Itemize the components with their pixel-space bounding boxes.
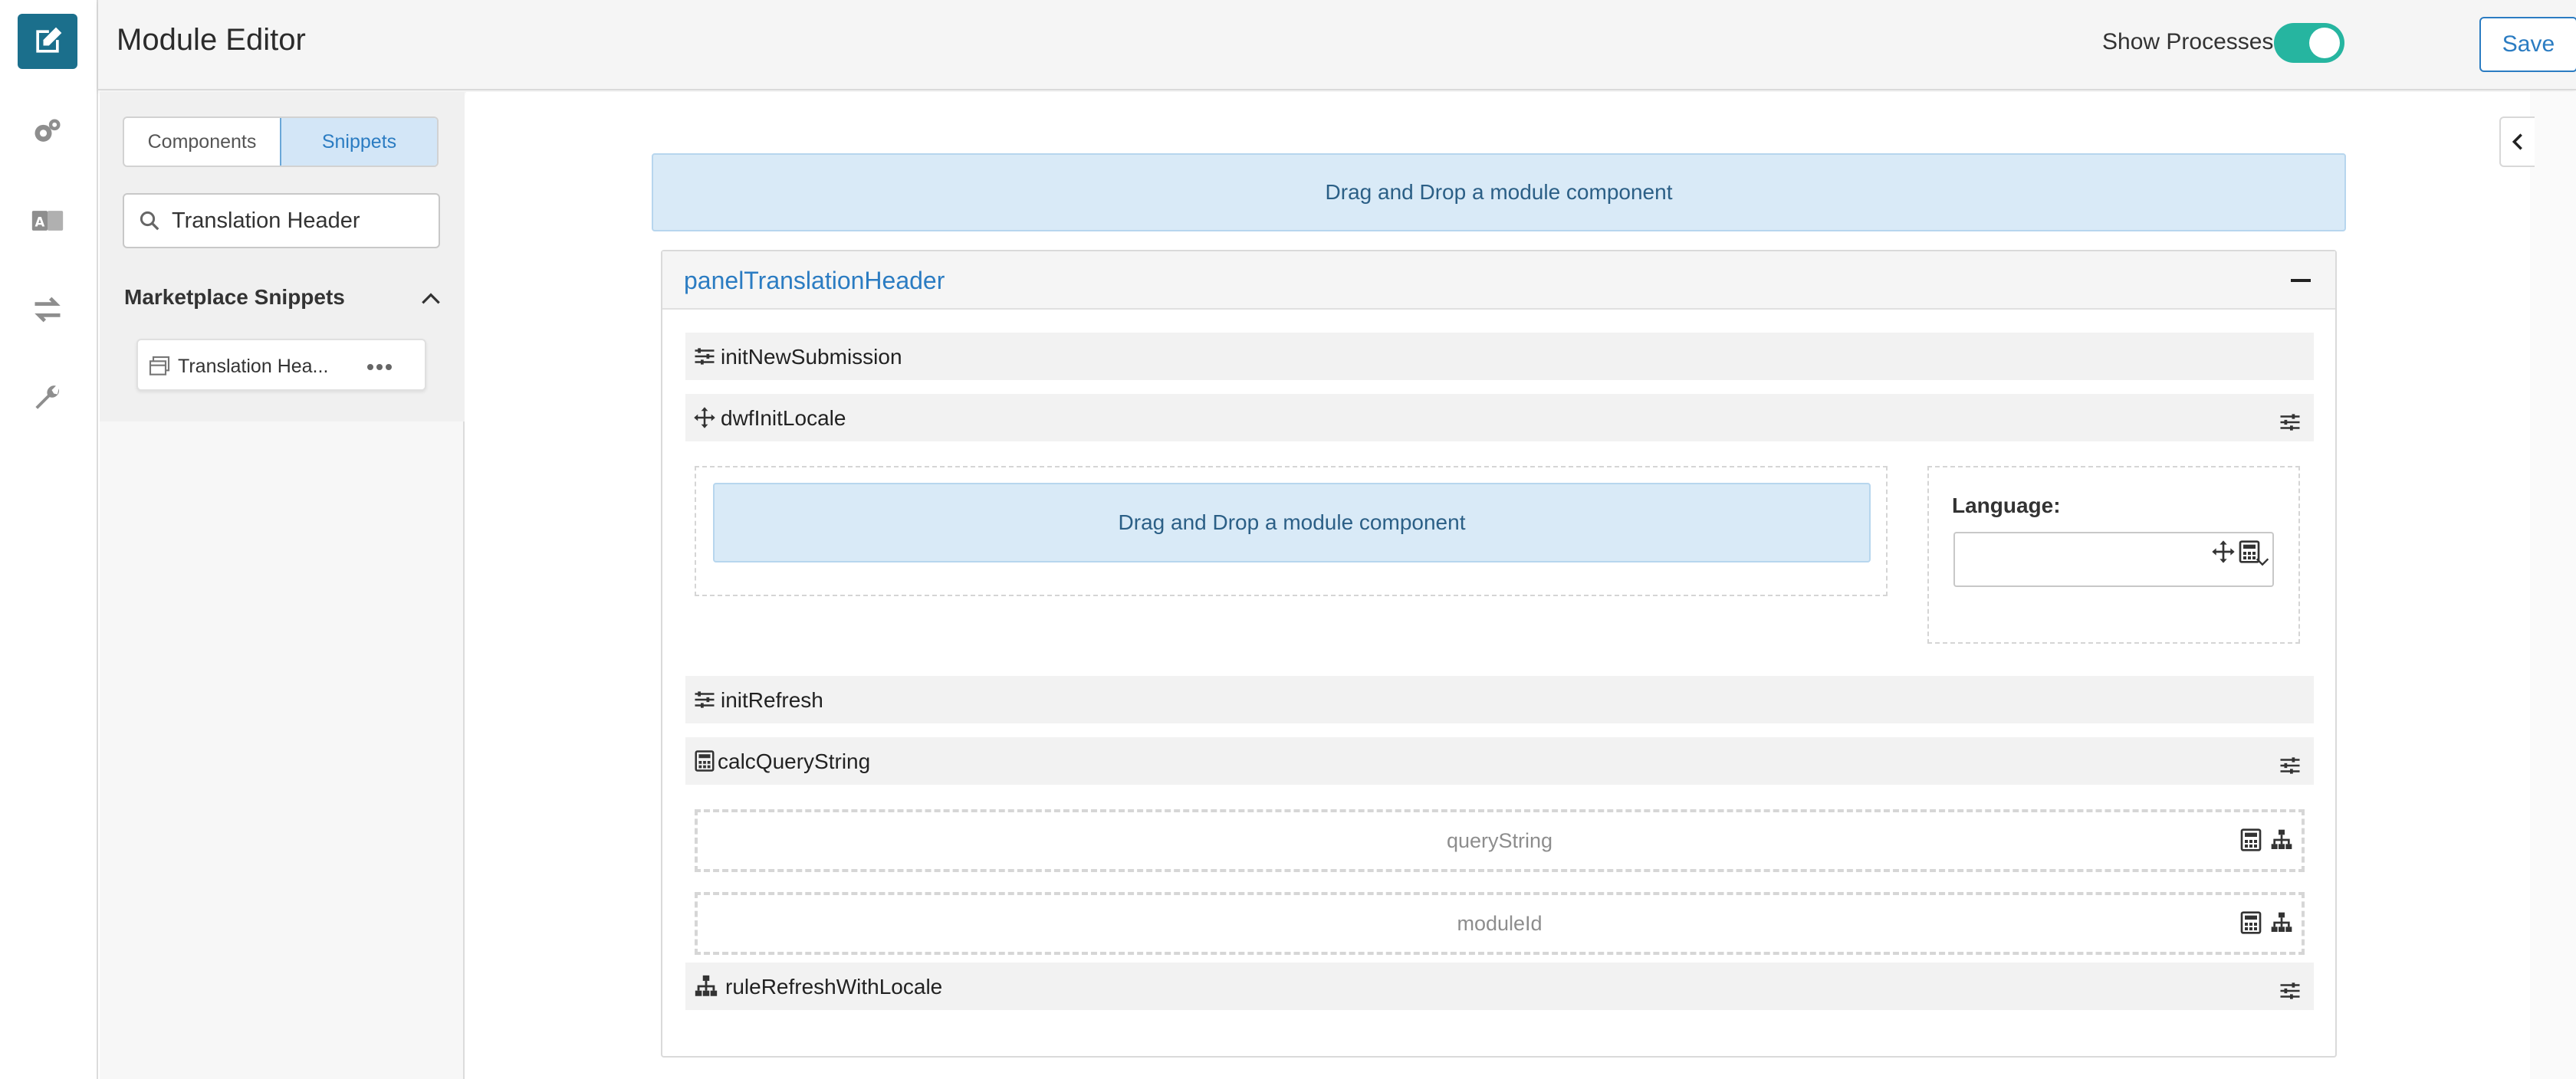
row-label: initRefresh — [721, 688, 823, 712]
row-rule-refresh-with-locale[interactable]: ruleRefreshWithLocale — [685, 963, 2314, 1010]
tab-components[interactable]: Components — [124, 118, 280, 166]
dwf-left-column: Drag and Drop a module component — [695, 466, 1888, 596]
panel-translation-header: panelTranslationHeader initNewSubmission… — [661, 250, 2337, 1058]
page-title: Module Editor — [117, 23, 306, 57]
snippet-card[interactable]: Translation Hea... — [136, 339, 426, 391]
tab-switcher: Components Snippets — [123, 116, 439, 167]
row-label: ruleRefreshWithLocale — [725, 975, 943, 999]
toggle-knob — [2309, 28, 2340, 58]
search-input[interactable]: Translation Header — [123, 193, 440, 248]
section-title: Marketplace Snippets — [124, 285, 345, 309]
calculator-icon — [2240, 911, 2262, 934]
ellipsis-icon[interactable] — [360, 354, 399, 379]
search-icon — [140, 211, 159, 231]
row-calc-query-string[interactable]: calcQueryString — [685, 737, 2314, 785]
field-module-id[interactable]: moduleId — [695, 892, 2305, 955]
wrench-icon[interactable] — [18, 371, 77, 426]
minimize-icon[interactable] — [2291, 279, 2311, 282]
show-processes-label: Show Processes — [2102, 29, 2274, 54]
sliders-icon[interactable] — [2279, 411, 2302, 434]
collapse-panel-button[interactable] — [2499, 116, 2535, 167]
module-canvas: Drag and Drop a module component panelTr… — [466, 92, 2530, 1079]
chevron-down-icon — [2256, 558, 2269, 566]
sliders-icon[interactable] — [2279, 979, 2302, 1002]
icon-rail: A — [0, 0, 98, 1079]
row-dwf-init-locale[interactable]: dwfInitLocale — [685, 394, 2314, 441]
show-processes-toggle[interactable] — [2274, 23, 2344, 63]
inner-dropzone[interactable]: Drag and Drop a module component — [713, 483, 1871, 562]
hierarchy-icon — [2271, 912, 2292, 932]
field-label: queryString — [1446, 828, 1553, 852]
field-icons — [2239, 828, 2294, 852]
panel-title[interactable]: panelTranslationHeader — [684, 267, 945, 295]
sliders-icon — [695, 691, 715, 708]
side-panel-top: Components Snippets Translation Header M… — [100, 92, 465, 421]
edit-icon[interactable] — [18, 14, 77, 69]
save-button[interactable]: Save — [2479, 17, 2576, 72]
snippet-label: Translation Hea... — [178, 356, 329, 377]
translate-icon[interactable]: A — [18, 193, 77, 248]
field-icons — [2239, 910, 2294, 935]
row-init-new-submission[interactable]: initNewSubmission — [685, 333, 2314, 380]
sliders-icon[interactable] — [2279, 754, 2302, 777]
language-select[interactable] — [1953, 532, 2274, 587]
chevron-left-icon — [2512, 133, 2522, 150]
tab-snippets[interactable]: Snippets — [280, 118, 437, 166]
hierarchy-icon — [2271, 829, 2292, 849]
calculator-icon — [2240, 828, 2262, 851]
panel-header[interactable]: panelTranslationHeader — [662, 251, 2335, 310]
hierarchy-icon — [695, 975, 718, 996]
window-icon — [149, 356, 170, 376]
top-dropzone[interactable]: Drag and Drop a module component — [652, 153, 2346, 231]
right-panel-strip — [2530, 92, 2576, 1079]
field-query-string[interactable]: queryString — [695, 809, 2305, 872]
svg-text:A: A — [35, 215, 45, 229]
swap-arrows-icon[interactable] — [18, 282, 77, 337]
sliders-icon — [695, 348, 715, 365]
row-label: initNewSubmission — [721, 345, 902, 369]
top-header: Module Editor Show Processes Save — [98, 0, 2576, 90]
language-label: Language: — [1952, 494, 2061, 517]
calculator-icon — [695, 750, 715, 772]
field-label: moduleId — [1457, 911, 1543, 935]
row-label: calcQueryString — [718, 749, 871, 773]
search-value: Translation Header — [172, 208, 360, 233]
move-arrows-icon — [694, 407, 715, 428]
chevron-up-icon[interactable] — [419, 287, 443, 311]
move-arrows-icon — [2212, 540, 2235, 563]
row-label: dwfInitLocale — [721, 406, 846, 430]
dwf-right-column: Language: — [1927, 466, 2300, 644]
row-init-refresh[interactable]: initRefresh — [685, 676, 2314, 723]
side-panel: Components Snippets Translation Header M… — [100, 92, 465, 1079]
settings-gears-icon[interactable] — [18, 104, 77, 159]
